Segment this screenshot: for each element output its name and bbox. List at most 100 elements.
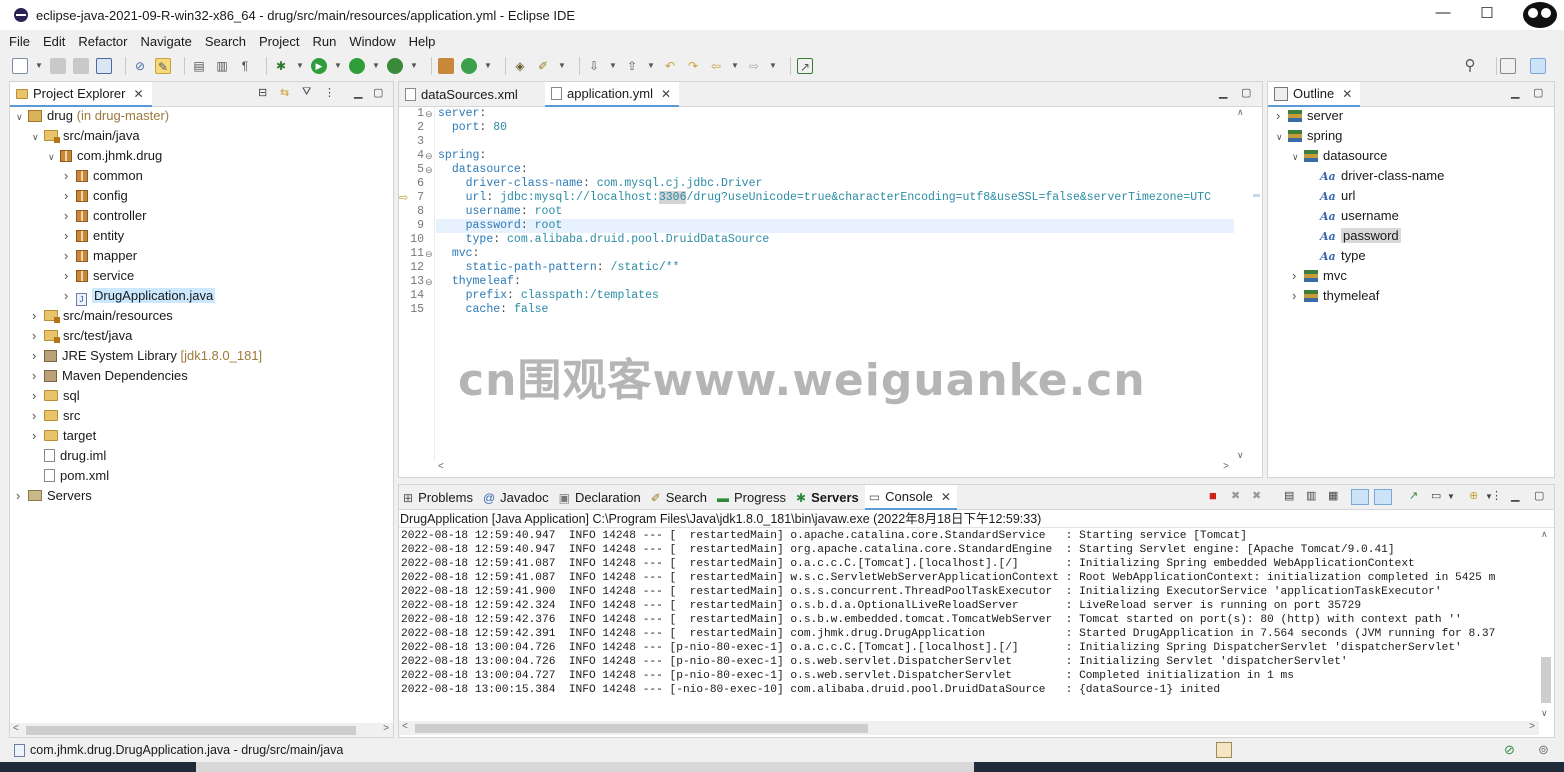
close-icon[interactable]: ✕ <box>1342 87 1352 101</box>
menu-run[interactable]: Run <box>312 34 336 49</box>
chevron-right-icon[interactable]: › <box>1276 106 1288 126</box>
scroll-left-icon[interactable]: < <box>402 721 408 732</box>
outline-item[interactable]: Aa driver-class-name <box>1308 166 1444 186</box>
word-wrap-icon[interactable]: ▦ <box>1328 489 1338 502</box>
chevron-right-icon[interactable]: › <box>32 426 44 446</box>
close-icon[interactable]: ✕ <box>661 87 671 101</box>
chevron-right-icon[interactable]: › <box>64 166 76 186</box>
chevron-down-icon[interactable]: ▼ <box>558 58 566 74</box>
pin-editor-icon[interactable]: ↗ <box>797 58 813 74</box>
tree-item[interactable]: › Servers <box>16 486 92 506</box>
menu-search[interactable]: Search <box>205 34 246 49</box>
tree-item[interactable]: drug.iml <box>32 446 106 466</box>
chevron-down-icon[interactable]: ∨ <box>48 147 60 167</box>
tree-item[interactable]: › config <box>64 186 128 206</box>
minimize-view-icon[interactable]: ▁ <box>1511 86 1519 99</box>
fold-toggle-icon[interactable]: ⊖ <box>425 275 433 289</box>
menu-help[interactable]: Help <box>409 34 436 49</box>
chevron-down-icon[interactable]: ▼ <box>484 58 492 74</box>
scroll-right-icon[interactable]: > <box>383 723 389 734</box>
new-class-icon[interactable] <box>461 58 477 74</box>
scroll-left-icon[interactable]: < <box>438 461 444 472</box>
view-menu-icon[interactable]: ⋮ <box>1491 489 1502 502</box>
fold-toggle-icon[interactable]: ⊖ <box>425 149 433 163</box>
pin-console-icon[interactable]: ↗ <box>1409 489 1418 502</box>
chevron-down-icon[interactable]: ∨ <box>1292 147 1304 167</box>
save-icon[interactable] <box>50 58 66 74</box>
outline-item[interactable]: Aa password <box>1308 226 1401 246</box>
tree-item[interactable]: ∨ src/main/java <box>32 126 140 146</box>
tree-item[interactable]: › src/main/resources <box>32 306 173 326</box>
vertical-scrollbar[interactable]: ∧ ∨ <box>1539 529 1553 719</box>
tree-item[interactable]: ∨ com.jhmk.drug <box>48 146 162 166</box>
chevron-right-icon[interactable]: › <box>32 346 44 366</box>
tab-search[interactable]: ✐ Search <box>647 485 713 510</box>
chevron-right-icon[interactable]: › <box>32 306 44 326</box>
tree-item[interactable]: › entity <box>64 226 124 246</box>
remove-launch-icon[interactable]: ✖ <box>1231 489 1240 502</box>
menu-refactor[interactable]: Refactor <box>78 34 127 49</box>
maximize-view-icon[interactable]: ▢ <box>1533 86 1543 99</box>
mark-occurrences-icon[interactable]: ✎ <box>155 58 171 74</box>
menu-window[interactable]: Window <box>349 34 395 49</box>
open-console-icon[interactable]: ⊕ <box>1469 489 1478 502</box>
search-icon[interactable]: ⚲ <box>1462 58 1478 74</box>
menu-project[interactable]: Project <box>259 34 299 49</box>
chevron-down-icon[interactable]: ∨ <box>16 107 28 127</box>
tree-item[interactable]: › mapper <box>64 246 137 266</box>
chevron-right-icon[interactable]: › <box>64 186 76 206</box>
java-perspective-icon[interactable] <box>1530 58 1546 74</box>
chevron-down-icon[interactable]: ▼ <box>296 58 304 74</box>
horizontal-scrollbar[interactable]: < > <box>399 721 1539 735</box>
chevron-down-icon[interactable]: ▼ <box>1447 492 1455 501</box>
tab-servers[interactable]: ✱ Servers <box>792 485 865 510</box>
horizontal-scrollbar[interactable]: < > <box>435 461 1233 475</box>
back-icon[interactable]: ⇦ <box>708 58 724 74</box>
last-edit-icon[interactable]: ↶ <box>662 58 678 74</box>
horizontal-scrollbar[interactable]: < > <box>10 723 393 737</box>
external-tools-icon[interactable] <box>387 58 403 74</box>
tab-declaration[interactable]: ▣ Declaration <box>555 485 647 510</box>
chevron-right-icon[interactable]: › <box>64 206 76 226</box>
tree-item[interactable]: ∨ drug (in drug-master) <box>16 106 169 126</box>
fold-toggle-icon[interactable]: ⊖ <box>425 107 433 121</box>
maximize-view-icon[interactable]: ▢ <box>1534 489 1544 502</box>
chevron-down-icon[interactable]: ▼ <box>769 58 777 74</box>
notifications-icon[interactable]: ⊚ <box>1538 742 1549 758</box>
scroll-left-icon[interactable]: < <box>13 723 19 734</box>
tab-datasources-xml[interactable]: dataSources.xml <box>399 82 545 107</box>
outline-item[interactable]: Aa username <box>1308 206 1399 226</box>
chevron-right-icon[interactable]: › <box>64 266 76 286</box>
chevron-right-icon[interactable]: › <box>16 486 28 506</box>
chevron-down-icon[interactable]: ▼ <box>372 58 380 74</box>
close-button[interactable] <box>1516 0 1564 30</box>
close-icon[interactable]: ✕ <box>133 87 143 101</box>
maximize-view-icon[interactable]: ▢ <box>1241 86 1251 99</box>
outline-item[interactable]: Aa type <box>1308 246 1366 266</box>
word-wrap-icon[interactable]: ▥ <box>214 58 230 74</box>
chevron-right-icon[interactable]: › <box>32 366 44 386</box>
scroll-down-icon[interactable]: ∨ <box>1237 450 1244 461</box>
maximize-button[interactable]: ☐ <box>1472 4 1502 22</box>
updates-icon[interactable]: ⊘ <box>1504 742 1515 758</box>
chevron-down-icon[interactable]: ∨ <box>32 127 44 147</box>
terminal-icon[interactable] <box>96 58 112 74</box>
tab-problems[interactable]: ⊞ Problems <box>399 485 479 510</box>
chevron-down-icon[interactable]: ▼ <box>731 58 739 74</box>
link-editor-icon[interactable]: ⇆ <box>280 86 289 99</box>
run-icon[interactable]: ▶ <box>311 58 327 74</box>
open-type-icon[interactable]: ◈ <box>512 58 528 74</box>
block-select-icon[interactable]: ▤ <box>191 58 207 74</box>
minimize-view-icon[interactable]: ▁ <box>1511 489 1519 502</box>
skip-breakpoints-icon[interactable]: ⊘ <box>132 58 148 74</box>
tree-item[interactable]: › J DrugApplication.java <box>64 286 216 306</box>
fold-toggle-icon[interactable]: ⊖ <box>425 247 433 261</box>
clear-console-icon[interactable]: ▤ <box>1284 489 1294 502</box>
next-annotation-icon[interactable]: ⇩ <box>586 58 602 74</box>
tab-application-yml[interactable]: application.yml ✕ <box>545 82 680 107</box>
save-all-icon[interactable] <box>73 58 89 74</box>
git-icon[interactable] <box>1216 742 1232 758</box>
chevron-right-icon[interactable]: › <box>64 286 76 306</box>
chevron-right-icon[interactable]: › <box>64 226 76 246</box>
outline-item[interactable]: Aa url <box>1308 186 1355 206</box>
